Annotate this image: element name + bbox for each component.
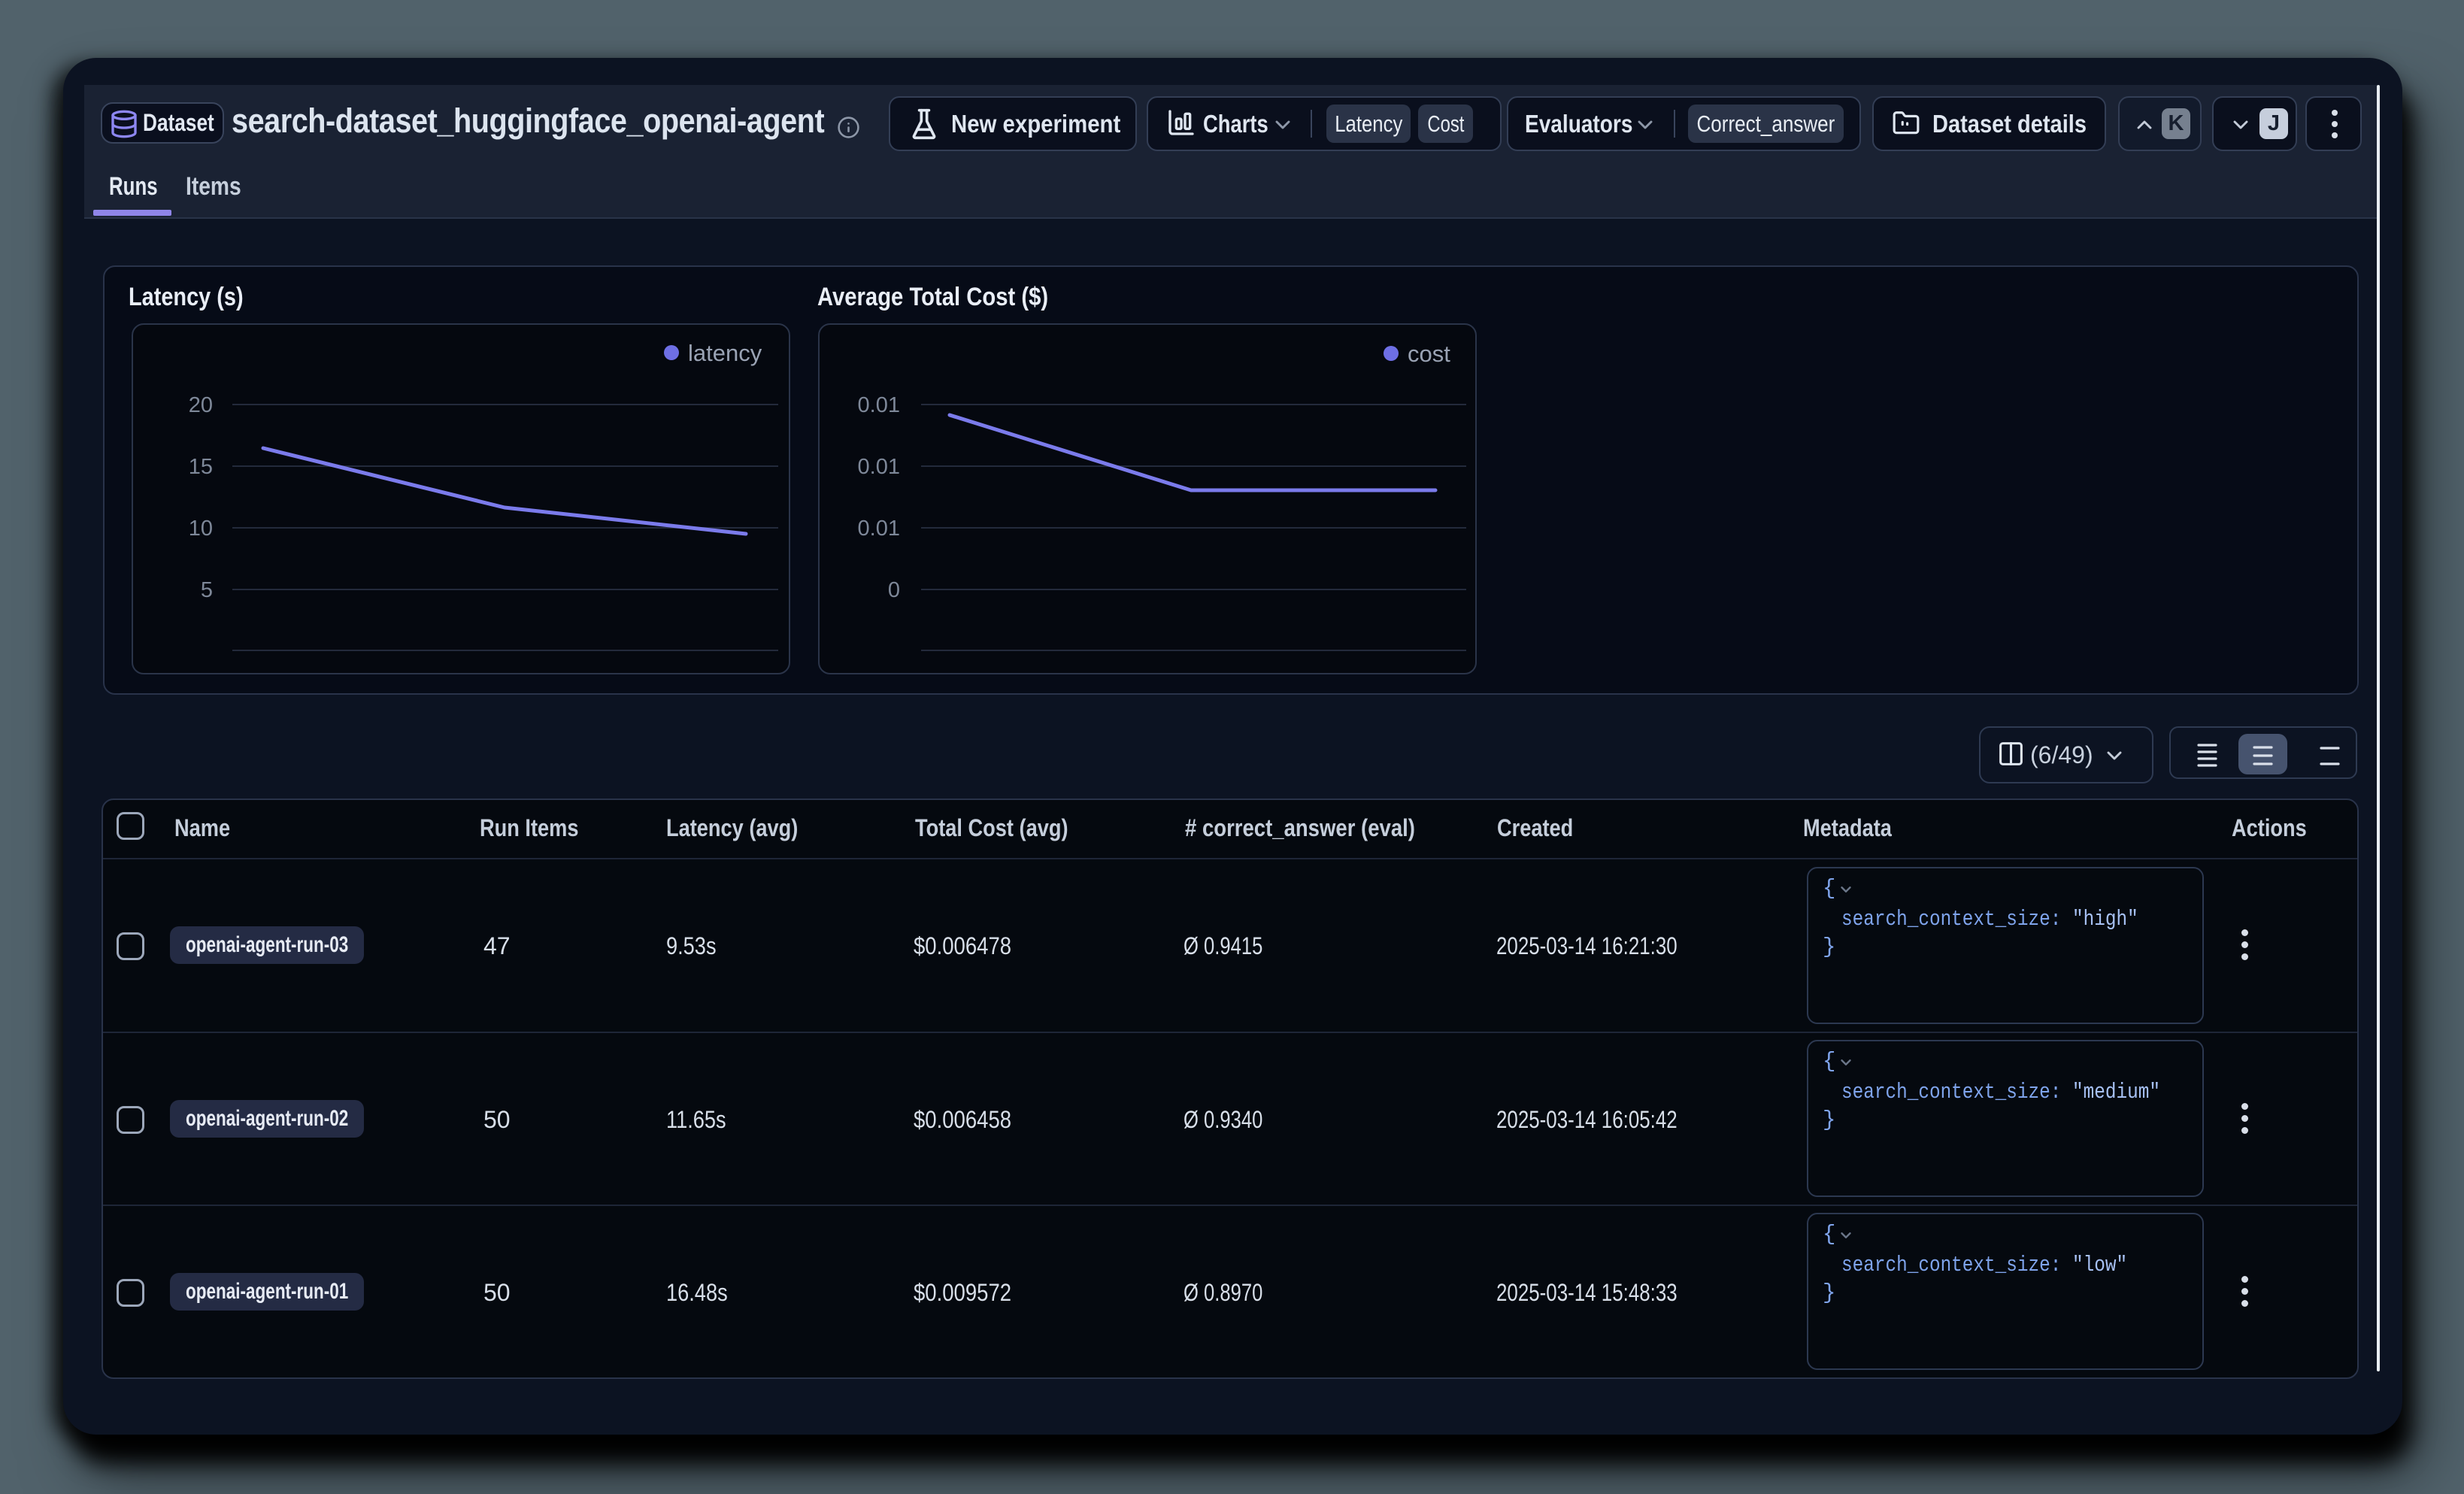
svg-text:0: 0 <box>888 578 900 602</box>
svg-text:0.01: 0.01 <box>858 393 900 417</box>
svg-text:15: 15 <box>189 455 213 479</box>
svg-text:5: 5 <box>201 578 213 602</box>
svg-text:0.01: 0.01 <box>858 455 900 479</box>
svg-text:0.01: 0.01 <box>858 517 900 541</box>
svg-text:cost: cost <box>1408 341 1450 367</box>
svg-text:20: 20 <box>189 393 213 417</box>
svg-text:latency: latency <box>688 340 762 366</box>
svg-text:10: 10 <box>189 517 213 541</box>
